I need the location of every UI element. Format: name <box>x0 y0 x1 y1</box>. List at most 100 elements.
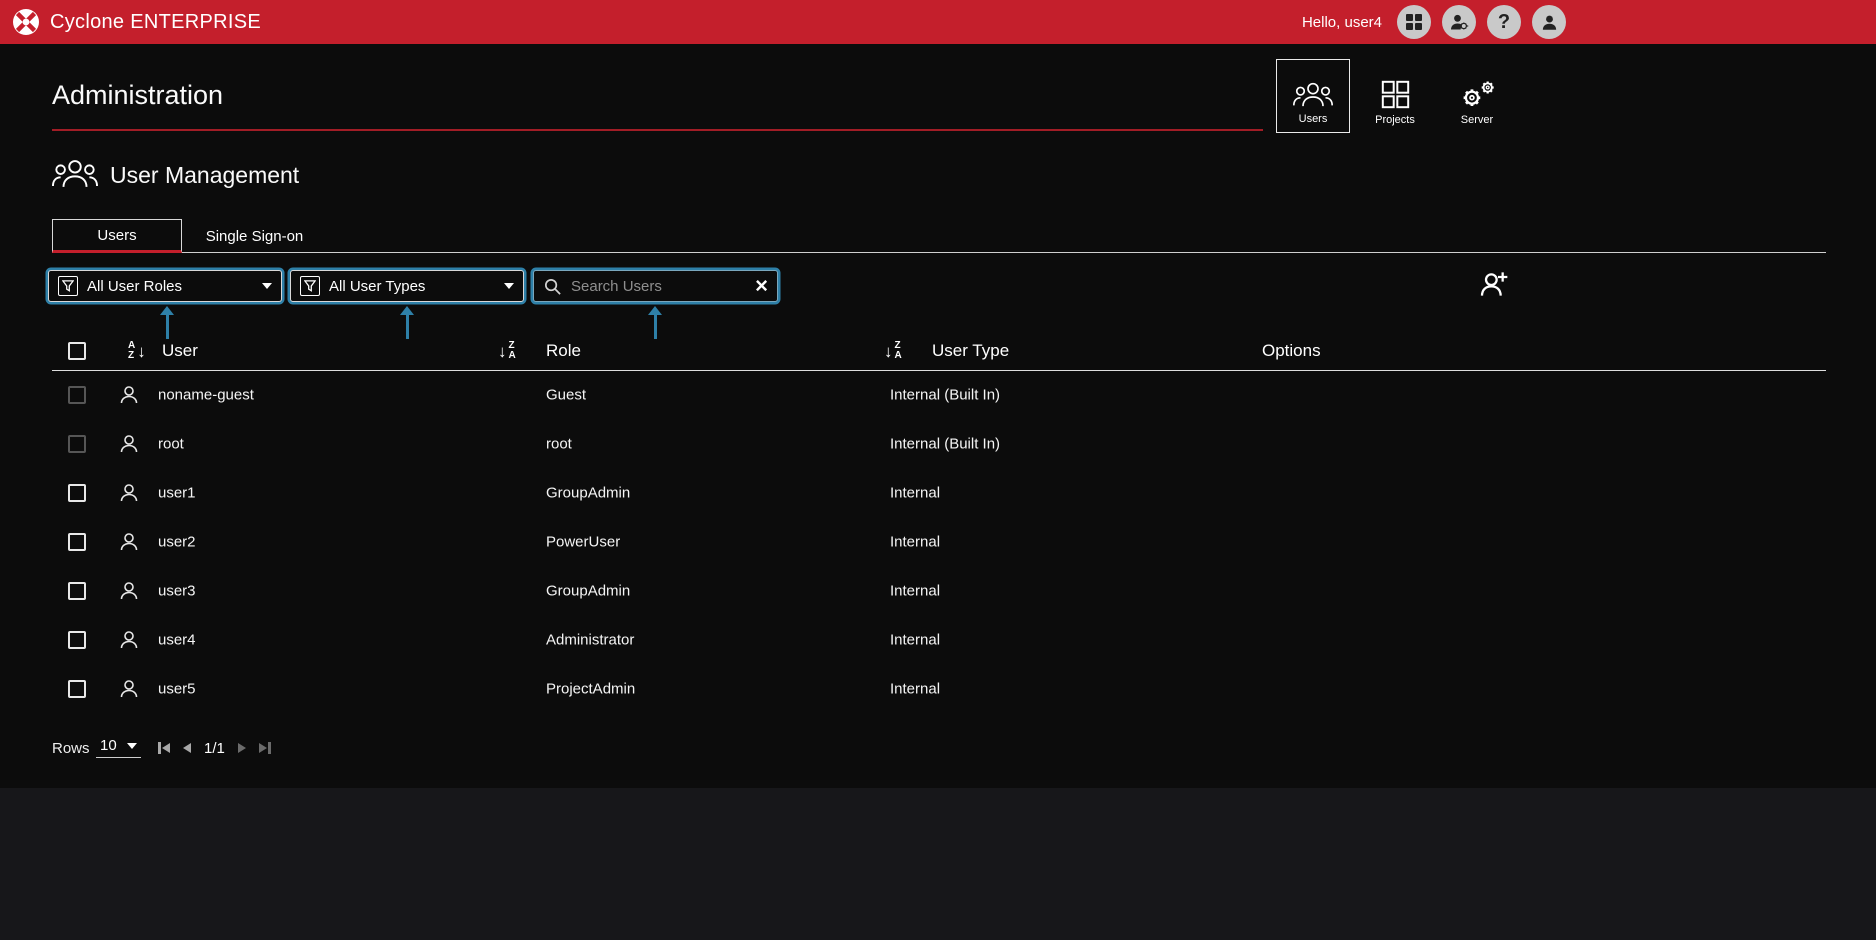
column-header-options: Options <box>1262 341 1321 361</box>
cyclone-logo-icon[interactable] <box>12 8 40 36</box>
user-roles-filter-value: All User Roles <box>87 278 253 295</box>
sort-za-icon[interactable]: ↓ ZA <box>884 341 902 361</box>
table-row[interactable]: user3 GroupAdmin Internal <box>0 566 1876 615</box>
users-group-icon <box>1293 81 1333 108</box>
user-avatar-icon <box>117 383 141 407</box>
top-app-bar: Cyclone ENTERPRISE Hello, user4 ? <box>0 0 1876 44</box>
search-icon <box>543 277 562 296</box>
column-header-role[interactable]: Role <box>546 341 581 361</box>
tab-single-sign-on[interactable]: Single Sign-on <box>182 219 327 253</box>
user-name-cell: user3 <box>158 582 196 599</box>
previous-page-button[interactable] <box>183 743 191 753</box>
filter-funnel-icon <box>58 276 78 296</box>
user-type-cell: Internal <box>890 680 940 697</box>
page-indicator: 1/1 <box>204 740 225 757</box>
first-page-button[interactable] <box>158 742 170 754</box>
user-roles-filter-dropdown[interactable]: All User Roles <box>48 270 282 302</box>
row-checkbox <box>68 435 86 453</box>
table-row[interactable]: root root Internal (Built In) <box>0 419 1876 468</box>
table-header: AZ ↓ User ↓ ZA Role ↓ ZA User Type Optio… <box>0 332 1876 370</box>
column-header-user[interactable]: User <box>162 341 198 361</box>
topbar-right-cluster: Hello, user4 ? <box>1302 0 1566 44</box>
row-checkbox[interactable] <box>68 484 86 502</box>
user-name-cell: noname-guest <box>158 386 254 403</box>
sort-az-icon[interactable]: AZ ↓ <box>128 341 146 361</box>
table-row[interactable]: noname-guest Guest Internal (Built In) <box>0 370 1876 419</box>
user-types-filter-dropdown[interactable]: All User Types <box>290 270 524 302</box>
tab-users[interactable]: Users <box>52 219 182 253</box>
filter-funnel-icon <box>300 276 320 296</box>
last-page-button[interactable] <box>259 742 271 754</box>
user-avatar-icon <box>117 481 141 505</box>
table-row[interactable]: user2 PowerUser Internal <box>0 517 1876 566</box>
chevron-down-icon <box>504 283 514 289</box>
section-title: User Management <box>110 162 299 189</box>
account-settings-button[interactable] <box>1442 5 1476 39</box>
role-cell: Administrator <box>546 631 634 648</box>
apps-grid-button[interactable] <box>1397 5 1431 39</box>
row-checkbox[interactable] <box>68 631 86 649</box>
rows-per-page-select[interactable]: 10 <box>96 735 141 758</box>
user-gear-icon <box>1449 12 1469 32</box>
app-screen: Cyclone ENTERPRISE Hello, user4 ? <box>0 0 1876 940</box>
nav-projects-button[interactable]: Projects <box>1358 59 1432 133</box>
person-icon <box>1540 13 1559 32</box>
user-name-cell: user2 <box>158 533 196 550</box>
profile-button[interactable] <box>1532 5 1566 39</box>
user-type-cell: Internal <box>890 533 940 550</box>
user-type-cell: Internal (Built In) <box>890 386 1000 403</box>
chevron-down-icon <box>127 743 137 749</box>
nav-users-label: Users <box>1299 113 1328 125</box>
brand-title: Cyclone ENTERPRISE <box>50 11 261 34</box>
user-name-cell: user1 <box>158 484 196 501</box>
user-name-cell: user4 <box>158 631 196 648</box>
row-checkbox[interactable] <box>68 533 86 551</box>
projects-grid-icon <box>1381 80 1410 109</box>
user-avatar-icon <box>117 628 141 652</box>
rows-per-page-value: 10 <box>100 737 117 754</box>
clear-search-icon[interactable]: × <box>755 275 768 297</box>
nav-projects-label: Projects <box>1375 114 1415 126</box>
role-cell: GroupAdmin <box>546 582 630 599</box>
user-name-cell: root <box>158 435 184 452</box>
rows-per-page-label: Rows <box>52 740 90 757</box>
red-divider <box>52 129 1263 131</box>
table-row[interactable]: user1 GroupAdmin Internal <box>0 468 1876 517</box>
search-users-box: × <box>533 270 778 302</box>
row-checkbox[interactable] <box>68 680 86 698</box>
row-checkbox <box>68 386 86 404</box>
add-user-button[interactable] <box>1478 269 1510 301</box>
user-type-cell: Internal (Built In) <box>890 435 1000 452</box>
role-cell: root <box>546 435 572 452</box>
next-page-button[interactable] <box>238 743 246 753</box>
user-type-cell: Internal <box>890 582 940 599</box>
help-button[interactable]: ? <box>1487 5 1521 39</box>
grid-icon <box>1406 14 1422 30</box>
row-checkbox[interactable] <box>68 582 86 600</box>
tab-users-label: Users <box>97 227 136 244</box>
user-type-cell: Internal <box>890 631 940 648</box>
nav-users-button[interactable]: Users <box>1276 59 1350 133</box>
tab-sso-label: Single Sign-on <box>206 228 304 245</box>
column-header-user-type[interactable]: User Type <box>932 341 1009 361</box>
user-avatar-icon <box>117 530 141 554</box>
nav-server-label: Server <box>1461 114 1493 126</box>
server-gears-icon <box>1459 79 1496 109</box>
nav-server-button[interactable]: Server <box>1440 59 1514 133</box>
search-users-input[interactable] <box>571 278 746 295</box>
user-type-cell: Internal <box>890 484 940 501</box>
user-types-filter-value: All User Types <box>329 278 495 295</box>
user-management-icon <box>52 158 98 189</box>
role-cell: GroupAdmin <box>546 484 630 501</box>
user-name-cell: user5 <box>158 680 196 697</box>
page-title: Administration <box>52 80 223 111</box>
user-avatar-icon <box>117 677 141 701</box>
table-row[interactable]: user5 ProjectAdmin Internal <box>0 664 1876 713</box>
sort-za-icon[interactable]: ↓ ZA <box>498 341 516 361</box>
question-mark-icon: ? <box>1498 11 1510 34</box>
chevron-down-icon <box>262 283 272 289</box>
select-all-checkbox[interactable] <box>68 342 86 360</box>
user-avatar-icon <box>117 579 141 603</box>
table-row[interactable]: user4 Administrator Internal <box>0 615 1876 664</box>
role-cell: Guest <box>546 386 586 403</box>
